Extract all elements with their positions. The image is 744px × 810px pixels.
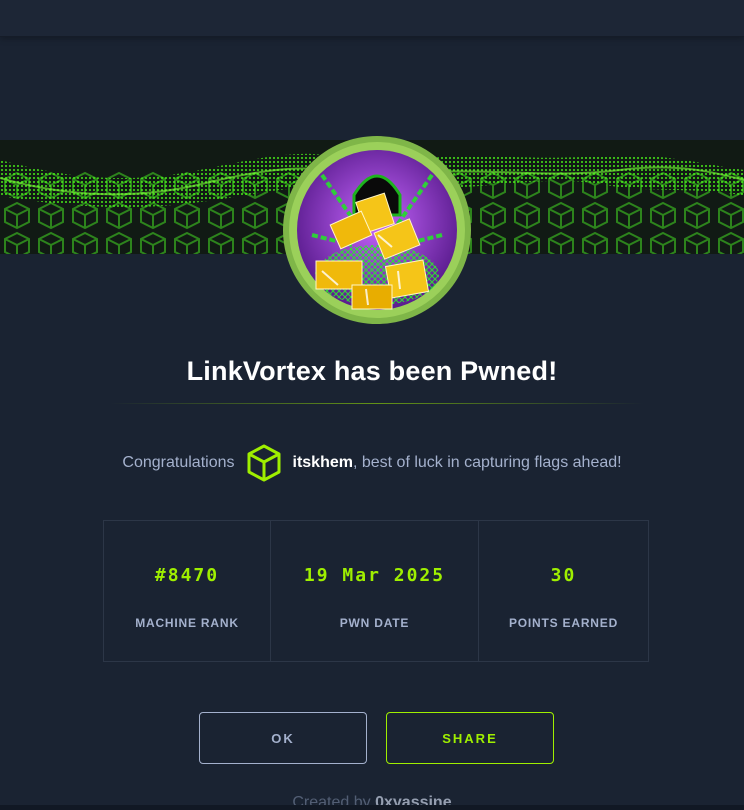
congrats-prefix: Congratulations	[122, 454, 235, 471]
page-title: LinkVortex has been Pwned!	[186, 356, 558, 386]
stat-machine-rank: #8470 MACHINE RANK	[104, 521, 271, 661]
pwned-modal-page: LinkVortex has been Pwned! Congratulatio…	[0, 0, 744, 810]
top-bar	[0, 0, 744, 37]
bottom-bar	[0, 805, 744, 810]
stat-label: PWN DATE	[339, 616, 410, 630]
stat-value: 19 Mar 2025	[303, 565, 446, 586]
congrats-message: Congratulations itskhem , best of luck i…	[0, 442, 744, 484]
ok-button[interactable]: OK	[199, 712, 367, 764]
stat-points-earned: 30 POINTS EARNED	[479, 521, 648, 661]
machine-avatar-icon	[282, 135, 472, 325]
stat-value: 30	[550, 565, 577, 586]
stat-pwn-date: 19 Mar 2025 PWN DATE	[271, 521, 479, 661]
stat-label: MACHINE RANK	[135, 616, 239, 630]
stat-value: #8470	[154, 565, 220, 586]
username-link[interactable]: itskhem	[293, 454, 353, 472]
stat-label: POINTS EARNED	[508, 616, 619, 630]
congrats-suffix: , best of luck in capturing flags ahead!	[352, 454, 622, 471]
cube-icon	[247, 444, 280, 482]
share-button[interactable]: SHARE	[386, 712, 554, 764]
title-divider	[110, 403, 644, 404]
stats-panel: #8470 MACHINE RANK 19 Mar 2025 PWN DATE …	[103, 520, 649, 662]
